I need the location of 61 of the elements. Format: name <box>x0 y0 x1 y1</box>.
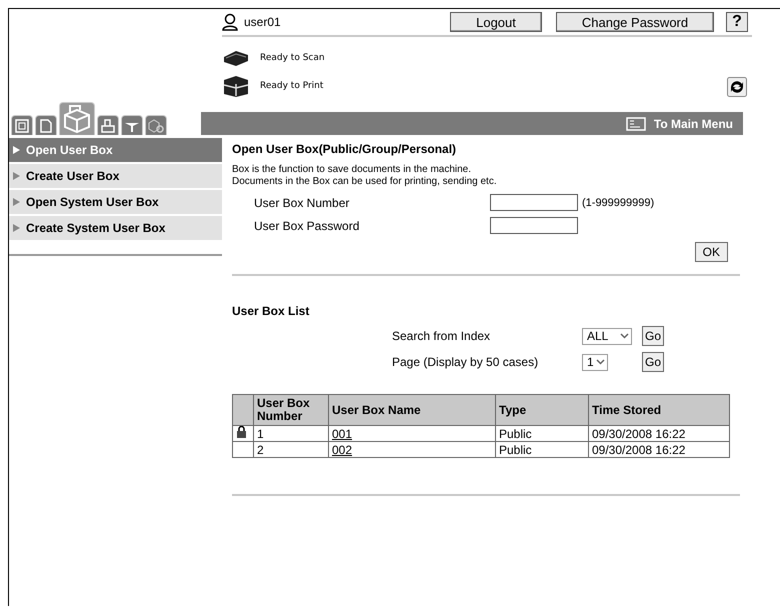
column-header: User Box Number <box>254 394 328 426</box>
table-cell: 1 <box>254 426 328 442</box>
column-header: Time Stored <box>588 394 730 426</box>
change-password-button[interactable]: Change Password <box>556 12 714 32</box>
refresh-icon[interactable] <box>727 77 747 97</box>
ok-button[interactable]: OK <box>694 242 728 262</box>
menu-tab[interactable] <box>35 115 57 135</box>
sidebar-item[interactable]: Create User Box <box>9 164 222 188</box>
menu-icon <box>626 116 646 130</box>
logout-button[interactable]: Logout <box>450 12 542 32</box>
status-text: Ready to Print <box>260 81 324 91</box>
go-button[interactable]: Go <box>642 326 664 346</box>
filter-label: Page (Display by 50 cases) <box>392 355 540 369</box>
help-button[interactable]: ? <box>726 12 748 32</box>
column-header: Type <box>496 394 588 426</box>
menu-tab[interactable] <box>11 115 33 135</box>
chevron-down-icon <box>596 359 605 365</box>
chevron-down-icon <box>620 333 629 339</box>
main-menu-link[interactable]: To Main Menu <box>626 116 743 130</box>
filter-label: Search from Index <box>392 329 492 343</box>
user-name: user01 <box>244 15 282 29</box>
section-title: Open User Box(Public/Group/Personal) <box>232 142 458 156</box>
table-cell: 2 <box>254 442 328 458</box>
table-cell: 09/30/2008 16:22 <box>588 426 730 442</box>
lock-icon <box>236 426 247 438</box>
printer-tab-icon <box>101 118 115 132</box>
input-field[interactable] <box>490 194 578 211</box>
range-hint: (1-999999999) <box>582 196 656 208</box>
section-title: User Box List <box>232 304 310 318</box>
status-text: Ready to Scan <box>260 53 325 63</box>
table-cell: Public <box>496 442 588 458</box>
field-label: User Box Password <box>254 218 360 232</box>
field-label: User Box Number <box>254 196 350 210</box>
box-name-link[interactable]: 002 <box>332 442 352 456</box>
box-tab-icon <box>62 105 92 133</box>
go-button[interactable]: Go <box>642 352 664 372</box>
menu-tab[interactable] <box>97 115 119 135</box>
box-name-link[interactable]: 001 <box>332 426 352 440</box>
dropdown[interactable]: ALL <box>582 328 632 344</box>
dropdown[interactable]: 1 <box>582 354 608 370</box>
user-icon <box>222 13 238 31</box>
sidebar-item[interactable]: Open User Box <box>9 138 222 162</box>
triangle-icon <box>13 172 20 180</box>
description-text: Box is the function to save documents in the machine. Documents in the Box can be used for printing, sending etc. <box>232 164 498 188</box>
input-field[interactable] <box>490 217 578 234</box>
table-cell: 09/30/2008 16:22 <box>588 442 730 458</box>
document-tab-icon <box>40 118 52 132</box>
printer-icon <box>222 75 250 97</box>
scanner-icon <box>222 49 250 67</box>
info-tab-icon <box>15 118 29 132</box>
menu-tab[interactable] <box>145 115 167 135</box>
column-header: User Box Name <box>328 394 496 426</box>
triangle-icon <box>13 224 20 232</box>
gear-box-tab-icon <box>148 118 164 132</box>
triangle-icon <box>13 146 20 154</box>
table-cell: Public <box>496 426 588 442</box>
sidebar-item[interactable]: Create System User Box <box>9 216 222 240</box>
menu-tab[interactable] <box>59 102 95 135</box>
sidebar-item[interactable]: Open System User Box <box>9 190 222 214</box>
triangle-icon <box>13 198 20 206</box>
menu-tab[interactable] <box>121 115 143 135</box>
